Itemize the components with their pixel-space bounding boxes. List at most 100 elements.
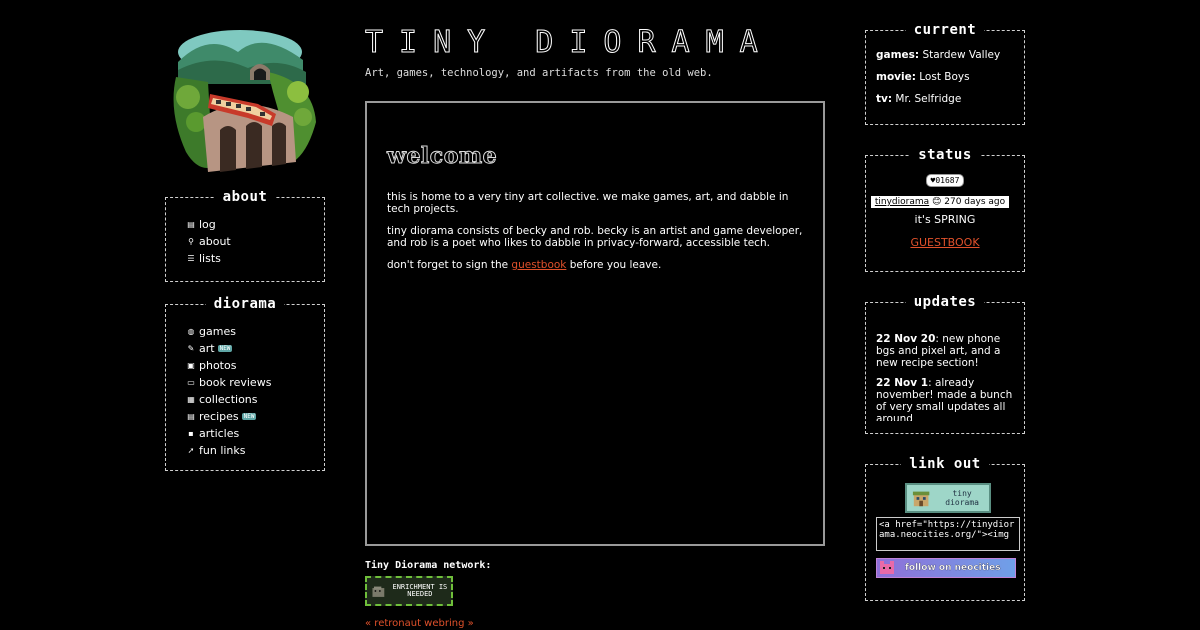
- current-tv-value: Mr. Selfridge: [895, 93, 962, 105]
- guestbook-link[interactable]: guestbook: [511, 259, 566, 271]
- about-nav: ▤ log ⚲ about ☰ lists: [176, 216, 314, 267]
- magnifier-icon: ⚲: [188, 237, 194, 246]
- guestbook-paragraph: don't forget to sign the guestbook befor…: [387, 259, 803, 271]
- network-section: Tiny Diorama network: ENRICHMENT IS NEED…: [365, 560, 825, 629]
- center-column: TINY DIORAMA Art, games, technology, and…: [365, 22, 825, 629]
- diorama-nav: ◍ games ✎ art NEW ▣ photos ▭ book reviews ▦ co…: [176, 323, 314, 459]
- status-heading: status: [910, 147, 980, 163]
- train-icon: [173, 30, 316, 172]
- nav-item-articles[interactable]: ▪ articles: [186, 425, 314, 442]
- nav-label: lists: [199, 252, 221, 265]
- welcome-paragraph: tiny diorama consists of becky and rob. …: [387, 225, 803, 249]
- network-label: Tiny Diorama network:: [365, 560, 492, 571]
- diorama-heading: diorama: [205, 296, 285, 312]
- link-code-field[interactable]: <a href="https://tinydiorama.neocities.o…: [876, 517, 1020, 551]
- left-column: about ▤ log ⚲ about ☰ lists diorama ◍ games …: [165, 22, 325, 471]
- rock-creature-icon: [372, 586, 385, 597]
- pencil-icon: ✎: [187, 344, 195, 353]
- recipe-icon: ▤: [187, 412, 195, 421]
- right-column: current games: Stardew Valley movie: Los…: [865, 22, 1025, 601]
- guestbook-text-before: don't forget to sign the: [387, 259, 512, 271]
- follow-neocities-button[interactable]: follow on neocities: [876, 558, 1016, 578]
- enrichment-button[interactable]: ENRICHMENT IS NEEDED: [365, 576, 453, 606]
- site-title[interactable]: TINY DIORAMA: [365, 22, 825, 62]
- welcome-heading: welcome: [387, 143, 498, 170]
- site-tagline: Art, games, technology, and artifacts fr…: [365, 67, 713, 79]
- about-box: about ▤ log ⚲ about ☰ lists: [165, 189, 325, 282]
- update-date: 22 Nov 1: [876, 377, 929, 389]
- nav-item-lists[interactable]: ☰ lists: [186, 250, 314, 267]
- about-heading: about: [214, 189, 276, 205]
- updates-heading: updates: [905, 294, 985, 310]
- status-user-link[interactable]: tinydiorama: [875, 197, 929, 207]
- nav-item-games[interactable]: ◍ games: [186, 323, 314, 340]
- nav-item-fun-links[interactable]: ➚ fun links: [186, 442, 314, 459]
- diorama-box: diorama ◍ games ✎ art NEW ▣ photos ▭ book rev…: [165, 296, 325, 471]
- house-icon: [912, 491, 929, 507]
- current-games: games: Stardew Valley: [876, 49, 1014, 61]
- linkout-heading: link out: [901, 456, 989, 472]
- status-emoji: 😊: [932, 197, 942, 207]
- nav-label: book reviews: [199, 376, 272, 389]
- nav-item-collections[interactable]: ▦ collections: [186, 391, 314, 408]
- current-heading: current: [905, 22, 985, 38]
- status-cafe-widget: tinydiorama 😊 270 days ago: [871, 196, 1009, 208]
- current-games-value: Stardew Valley: [922, 49, 1001, 61]
- box-icon: ▦: [187, 395, 195, 404]
- train-logo-illustration[interactable]: [168, 22, 318, 177]
- nav-label: recipes: [199, 410, 239, 423]
- hit-counter: ♥01687: [925, 174, 965, 187]
- nav-label: photos: [199, 359, 237, 372]
- nav-label: fun links: [199, 444, 246, 457]
- list-icon: ☰: [187, 254, 195, 263]
- nav-item-recipes[interactable]: ▤ recipes NEW: [186, 408, 314, 425]
- enrichment-text: ENRICHMENT IS NEEDED: [392, 583, 448, 598]
- site-banner-text: tiny diorama: [945, 489, 979, 507]
- current-tv: tv: Mr. Selfridge: [876, 93, 1014, 105]
- save-icon: ▪: [188, 429, 194, 438]
- current-movie: movie: Lost Boys: [876, 71, 1014, 83]
- update-entry: 22 Nov 20: new phone bgs and pixel art, …: [876, 333, 1014, 369]
- nav-label: games: [199, 325, 236, 338]
- photo-icon: ▣: [187, 361, 195, 370]
- status-message: it's SPRING: [914, 213, 976, 226]
- gamepad-icon: ◍: [187, 327, 195, 336]
- new-badge: NEW: [241, 413, 257, 420]
- nav-item-art[interactable]: ✎ art NEW: [186, 340, 314, 357]
- linkout-box: link out tiny diorama <a href="https://t…: [865, 456, 1025, 601]
- current-movie-value: Lost Boys: [919, 71, 970, 83]
- nav-item-book-reviews[interactable]: ▭ book reviews: [186, 374, 314, 391]
- update-date: 22 Nov 20: [876, 333, 936, 345]
- updates-scroll-area[interactable]: 22 Nov 20: new phone bgs and pixel art, …: [876, 333, 1014, 421]
- guestbook-text-after: before you leave.: [566, 259, 662, 271]
- new-badge: NEW: [217, 345, 233, 352]
- current-movie-key: movie:: [876, 71, 916, 83]
- guestbook-button[interactable]: GUESTBOOK: [910, 236, 979, 249]
- nav-label: about: [199, 235, 231, 248]
- nav-item-photos[interactable]: ▣ photos: [186, 357, 314, 374]
- nav-label: art: [199, 342, 215, 355]
- current-games-key: games:: [876, 49, 920, 61]
- welcome-paragraph: this is home to a very tiny art collecti…: [387, 191, 789, 215]
- site-title-text: TINY DIORAMA: [365, 24, 774, 60]
- site-banner-button[interactable]: tiny diorama: [904, 483, 991, 513]
- nav-label: articles: [199, 427, 240, 440]
- current-box: current games: Stardew Valley movie: Los…: [865, 22, 1025, 125]
- webring-link[interactable]: « retronaut webring »: [365, 618, 825, 629]
- updates-box: updates 22 Nov 20: new phone bgs and pix…: [865, 294, 1025, 434]
- arrow-icon: ➚: [187, 446, 195, 455]
- notebook-icon: ▤: [187, 220, 195, 229]
- hit-counter-value: 01687: [935, 176, 960, 185]
- nav-item-about[interactable]: ⚲ about: [186, 233, 314, 250]
- welcome-panel: welcome this is home to a very tiny art …: [365, 101, 825, 546]
- cat-icon: [880, 561, 894, 574]
- status-box: status ♥01687 tinydiorama 😊 270 days ago…: [865, 147, 1025, 272]
- nav-item-log[interactable]: ▤ log: [186, 216, 314, 233]
- status-time: 270 days ago: [944, 197, 1006, 207]
- current-tv-key: tv:: [876, 93, 893, 105]
- nav-label: collections: [199, 393, 258, 406]
- update-entry: 22 Nov 1: already november! made a bunch…: [876, 377, 1014, 421]
- follow-neocities-text: follow on neocities: [905, 563, 1001, 573]
- book-icon: ▭: [187, 378, 195, 387]
- nav-label: log: [199, 218, 216, 231]
